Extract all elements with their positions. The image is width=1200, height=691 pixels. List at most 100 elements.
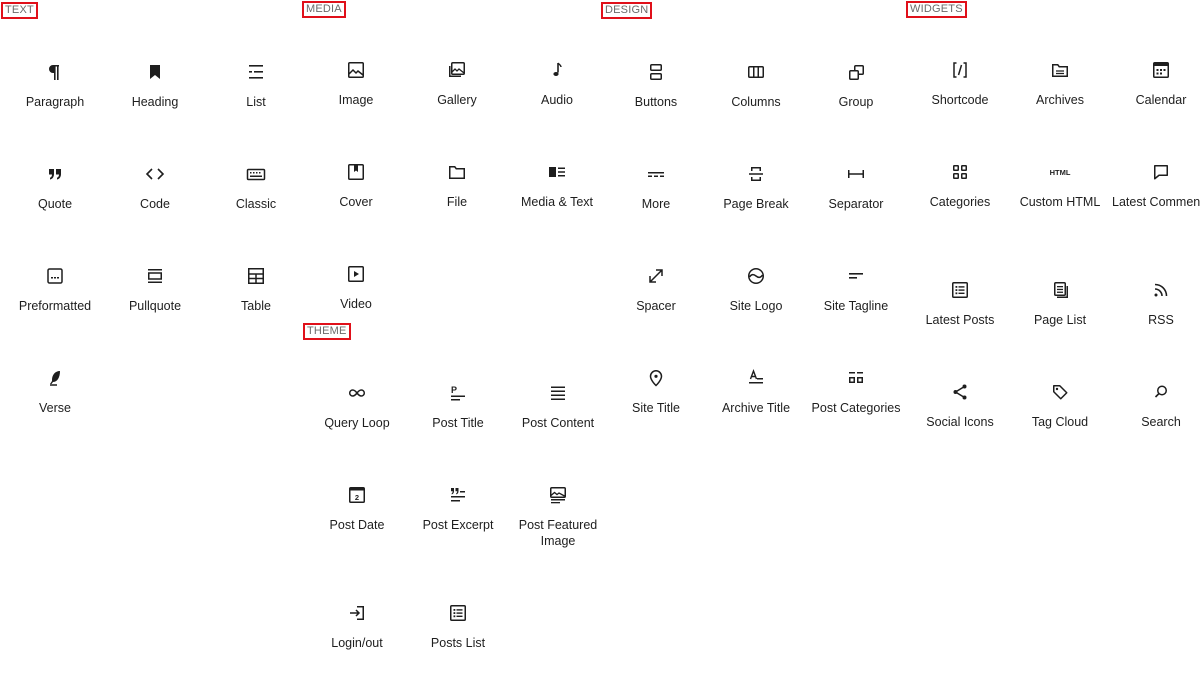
block-media-text[interactable]: Media & Text <box>507 160 607 250</box>
block-site-title[interactable]: Site Title <box>606 366 706 456</box>
columns-icon <box>744 60 768 84</box>
block-post-title[interactable]: P Post Title <box>408 381 508 471</box>
block-image[interactable]: Image <box>306 58 406 148</box>
code-icon <box>143 162 167 186</box>
categories-icon <box>948 160 972 184</box>
block-label: Columns <box>731 95 781 109</box>
block-label: Query Loop <box>324 416 390 430</box>
block-label: Paragraph <box>25 95 85 109</box>
block-pullquote[interactable]: Pullquote <box>105 264 205 354</box>
block-custom-html[interactable]: HTML Custom HTML <box>1010 160 1110 250</box>
post-title-letter: P <box>451 385 457 395</box>
rss-icon <box>1149 278 1173 302</box>
archives-icon <box>1048 58 1072 82</box>
block-label: Post Date <box>329 518 385 532</box>
post-categories-icon <box>844 366 868 390</box>
block-post-featured-image[interactable]: Post Featured Image <box>508 483 608 573</box>
block-label: Table <box>241 299 271 313</box>
block-label: Categories <box>929 195 991 209</box>
block-query-loop[interactable]: Query Loop <box>307 381 407 471</box>
preformatted-icon <box>43 264 67 288</box>
block-label: Code <box>140 197 170 211</box>
block-site-tagline[interactable]: Site Tagline <box>806 264 906 354</box>
block-label: Spacer <box>636 299 676 313</box>
block-group[interactable]: Group <box>806 60 906 150</box>
block-label: Image <box>338 93 374 107</box>
block-heading[interactable]: Heading <box>105 60 205 150</box>
block-columns[interactable]: Columns <box>706 60 806 150</box>
featured-image-icon <box>546 483 570 507</box>
block-latest-posts[interactable]: Latest Posts <box>910 278 1010 368</box>
block-quote[interactable]: Quote <box>5 162 105 252</box>
tag-icon <box>1048 380 1072 404</box>
block-video[interactable]: Video <box>306 262 406 352</box>
block-label: Page List <box>1033 313 1087 327</box>
block-preformatted[interactable]: Preformatted <box>5 264 105 354</box>
block-social-icons[interactable]: Social Icons <box>910 380 1010 470</box>
block-separator[interactable]: Separator <box>806 162 906 252</box>
block-label: Buttons <box>634 95 678 109</box>
block-label: Post Featured Image <box>518 518 598 548</box>
block-label: Media & Text <box>520 195 594 209</box>
block-search[interactable]: Search <box>1111 380 1200 470</box>
category-label-design: DESIGN <box>601 2 653 19</box>
block-posts-list[interactable]: Posts List <box>408 601 508 691</box>
block-code[interactable]: Code <box>105 162 205 252</box>
block-label: Group <box>838 95 874 109</box>
html-icon: HTML <box>1048 160 1072 184</box>
block-post-content[interactable]: Post Content <box>508 381 608 471</box>
block-gallery[interactable]: Gallery <box>407 58 507 148</box>
share-icon <box>948 380 972 404</box>
block-buttons[interactable]: Buttons <box>606 60 706 150</box>
site-logo-icon <box>744 264 768 288</box>
block-file[interactable]: File <box>407 160 507 250</box>
block-audio[interactable]: Audio <box>507 58 607 148</box>
block-label: Posts List <box>430 636 486 650</box>
block-table[interactable]: Table <box>206 264 306 354</box>
block-archive-title[interactable]: Archive Title <box>706 366 806 456</box>
block-label: Shortcode <box>931 93 989 107</box>
block-page-list[interactable]: Page List <box>1010 278 1110 368</box>
html-icon-text: HTML <box>1050 168 1071 177</box>
block-label: Separator <box>828 197 884 211</box>
block-tag-cloud[interactable]: Tag Cloud <box>1010 380 1110 470</box>
block-label: More <box>641 197 671 211</box>
block-label: Tag Cloud <box>1031 415 1089 429</box>
block-more[interactable]: More <box>606 162 706 252</box>
gallery-icon <box>445 58 469 82</box>
image-icon <box>344 58 368 82</box>
video-icon <box>344 262 368 286</box>
block-label: Video <box>340 297 372 311</box>
block-page-break[interactable]: Page Break <box>706 162 806 252</box>
block-label: Heading <box>131 95 179 109</box>
block-label: Site Tagline <box>823 299 889 313</box>
block-paragraph[interactable]: Paragraph <box>5 60 105 150</box>
block-calendar[interactable]: Calendar <box>1111 58 1200 148</box>
block-post-excerpt[interactable]: Post Excerpt <box>408 483 508 573</box>
block-categories[interactable]: Categories <box>910 160 1010 250</box>
block-classic[interactable]: Classic <box>206 162 306 252</box>
block-label: Post Excerpt <box>422 518 494 532</box>
map-marker-icon <box>644 366 668 390</box>
latest-posts-icon <box>948 278 972 302</box>
block-post-date[interactable]: 2 Post Date <box>307 483 407 573</box>
block-cover[interactable]: Cover <box>306 160 406 250</box>
buttons-icon <box>644 60 668 84</box>
block-site-logo[interactable]: Site Logo <box>706 264 806 354</box>
post-date-number: 2 <box>355 493 359 502</box>
spacer-icon <box>644 264 668 288</box>
loop-icon <box>345 381 369 405</box>
block-login-out[interactable]: Login/out <box>307 601 407 691</box>
block-list[interactable]: List <box>206 60 306 150</box>
block-shortcode[interactable]: Shortcode <box>910 58 1010 148</box>
block-label: Audio <box>541 93 573 107</box>
block-archives[interactable]: Archives <box>1010 58 1110 148</box>
block-label: RSS <box>1148 313 1174 327</box>
block-latest-comments[interactable]: Latest Comments <box>1111 160 1200 250</box>
block-verse[interactable]: Verse <box>5 366 105 456</box>
block-spacer[interactable]: Spacer <box>606 264 706 354</box>
block-rss[interactable]: RSS <box>1111 278 1200 368</box>
bookmark-icon <box>143 60 167 84</box>
group-icon <box>844 60 868 84</box>
block-post-categories[interactable]: Post Categories <box>806 366 906 456</box>
